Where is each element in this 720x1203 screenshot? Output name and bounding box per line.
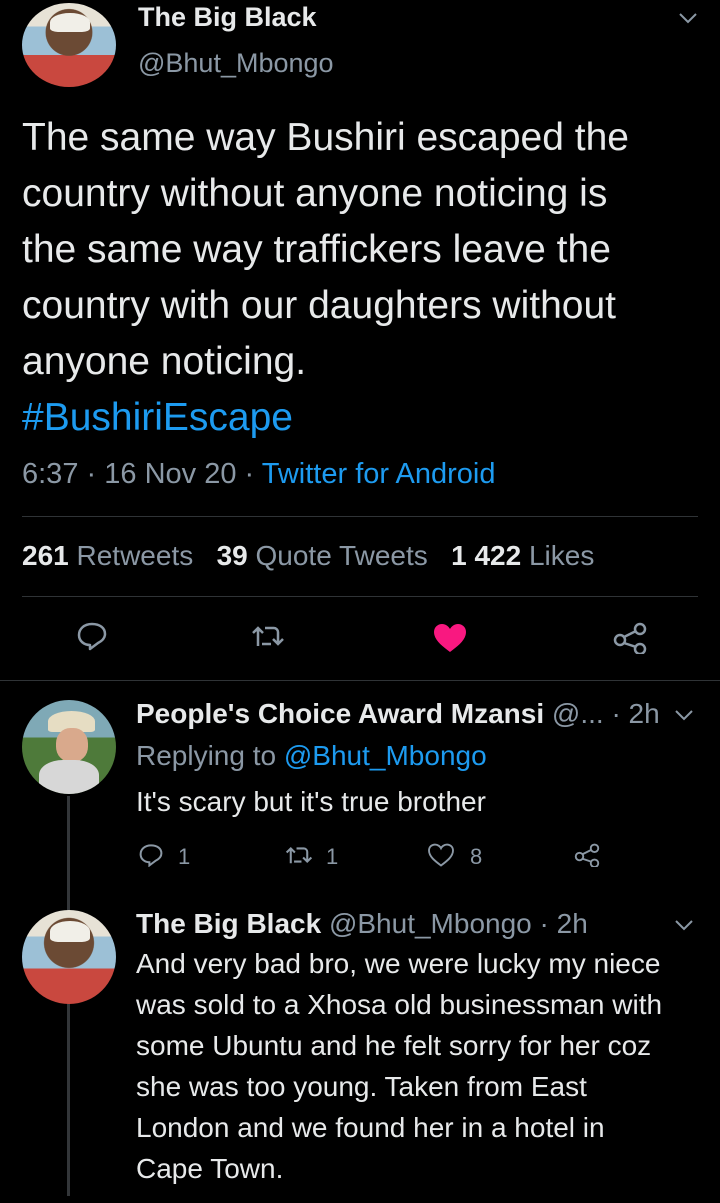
retweet-icon[interactable] bbox=[246, 616, 290, 656]
reply-icon[interactable] bbox=[134, 838, 168, 872]
quotes-label: Quote Tweets bbox=[255, 540, 428, 571]
divider bbox=[22, 596, 698, 597]
chevron-down-icon[interactable] bbox=[672, 913, 696, 937]
avatar[interactable] bbox=[22, 3, 116, 87]
author-handle[interactable]: @Bhut_Mbongo bbox=[329, 908, 532, 939]
likes-count: 1 422 bbox=[451, 540, 522, 571]
chevron-down-icon[interactable] bbox=[676, 6, 700, 30]
avatar[interactable] bbox=[22, 700, 116, 794]
reply-text-line: was sold to a Xhosa old businessman with bbox=[136, 989, 663, 1020]
reply-text-line: And very bad bro, we were lucky my niece bbox=[136, 948, 661, 979]
quotes-stat[interactable]: 39 Quote Tweets bbox=[217, 540, 428, 571]
quotes-count: 39 bbox=[216, 540, 248, 571]
chevron-down-icon[interactable] bbox=[672, 703, 696, 727]
tweet-time: 6:37 bbox=[22, 458, 79, 490]
reply-text-line: Cape Town. bbox=[136, 1153, 284, 1184]
reply-header: The Big Black @Bhut_Mbongo · 2h bbox=[136, 908, 588, 940]
reply-text-line: London and we found her in a hotel in bbox=[136, 1112, 605, 1143]
retweets-label: Retweets bbox=[76, 540, 194, 571]
tweet-source[interactable]: Twitter for Android bbox=[262, 458, 496, 490]
hashtag-link[interactable]: #BushiriEscape bbox=[22, 396, 293, 440]
reply-text: It's scary but it's true brother bbox=[136, 786, 486, 817]
separator: · bbox=[86, 458, 97, 490]
like-count: 8 bbox=[470, 844, 483, 869]
divider bbox=[0, 680, 720, 681]
tweet-text-line: The same way Bushiri escaped the bbox=[22, 116, 629, 159]
likes-label: Likes bbox=[528, 540, 595, 571]
tweet-text-line: anyone noticing. bbox=[22, 340, 307, 383]
avatar[interactable] bbox=[22, 910, 116, 1004]
likes-stat[interactable]: 1 422 Likes bbox=[451, 540, 594, 571]
like-icon[interactable] bbox=[424, 838, 458, 872]
retweets-stat[interactable]: 261 Retweets bbox=[22, 540, 193, 571]
reply-time: · 2h bbox=[539, 908, 588, 939]
reply-count: 1 bbox=[178, 844, 191, 869]
like-heart-icon[interactable] bbox=[428, 618, 472, 658]
reply-header: People's Choice Award Mzansi @... · 2h bbox=[136, 698, 660, 730]
share-icon[interactable] bbox=[570, 838, 604, 872]
tweet-date[interactable]: 16 Nov 20 bbox=[104, 458, 236, 490]
reply-text-line: she was too young. Taken from East bbox=[136, 1071, 587, 1102]
author-name[interactable]: The Big Black bbox=[136, 908, 321, 939]
tweet-stats: 261 Retweets 39 Quote Tweets 1 422 Likes bbox=[22, 540, 594, 572]
separator: · bbox=[244, 458, 255, 490]
tweet-meta: 6:37 · 16 Nov 20 · Twitter for Android bbox=[22, 458, 495, 491]
retweet-count: 1 bbox=[326, 844, 339, 869]
author-handle[interactable]: @Bhut_Mbongo bbox=[138, 48, 334, 79]
share-icon[interactable] bbox=[608, 618, 652, 658]
tweet-text-line: country without anyone noticing is bbox=[22, 172, 608, 215]
tweet-text-line: country with our daughters without bbox=[22, 284, 616, 327]
author-handle[interactable]: @... bbox=[552, 698, 604, 729]
retweet-icon[interactable] bbox=[282, 838, 316, 872]
retweets-count: 261 bbox=[22, 540, 69, 571]
reply-time: · 2h bbox=[611, 698, 660, 729]
replying-prefix: Replying to bbox=[136, 740, 277, 771]
reply-text-line: some Ubuntu and he felt sorry for her co… bbox=[136, 1030, 652, 1061]
replying-handle[interactable]: @Bhut_Mbongo bbox=[284, 740, 487, 771]
tweet-text-line: the same way traffickers leave the bbox=[22, 228, 611, 271]
author-name[interactable]: The Big Black bbox=[138, 2, 317, 33]
reply-icon[interactable] bbox=[70, 616, 114, 656]
replying-to: Replying to @Bhut_Mbongo bbox=[136, 740, 487, 772]
author-name[interactable]: People's Choice Award Mzansi bbox=[136, 698, 544, 729]
divider bbox=[22, 516, 698, 517]
